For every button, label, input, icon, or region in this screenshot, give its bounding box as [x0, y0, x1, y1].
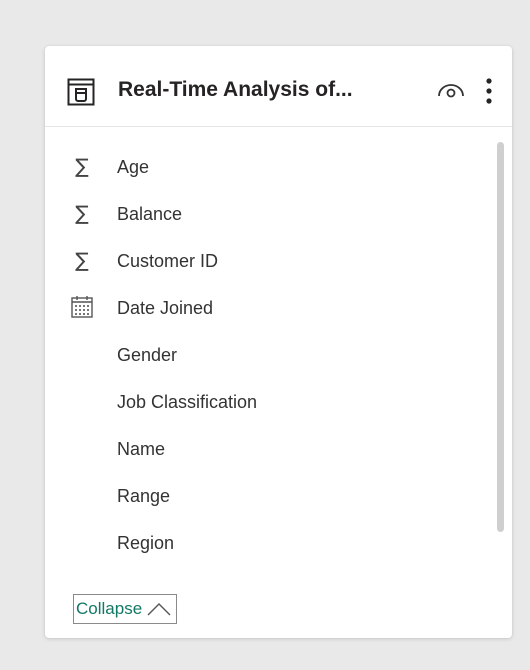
field-item-range[interactable]: Range	[45, 473, 485, 520]
field-item-job-classification[interactable]: Job Classification	[45, 379, 485, 426]
more-options-icon[interactable]	[481, 76, 497, 106]
sigma-icon: ∑	[75, 248, 89, 272]
field-item-gender[interactable]: Gender	[45, 332, 485, 379]
sigma-icon: ∑	[75, 201, 89, 225]
collapse-label: Collapse	[76, 599, 143, 618]
field-label: Gender	[117, 345, 178, 365]
collapse-button[interactable]: Collapse	[73, 594, 178, 624]
field-label: Date Joined	[117, 298, 214, 318]
field-label: Region	[117, 533, 175, 553]
field-list: ∑ Age ∑ Balance ∑ Customer ID Date Joine…	[45, 144, 485, 567]
field-label: Age	[117, 157, 150, 177]
field-item-name[interactable]: Name	[45, 426, 485, 473]
table-icon	[67, 78, 95, 106]
chevron-up-icon	[147, 603, 171, 616]
field-label: Job Classification	[117, 392, 258, 412]
card-title: Real-Time Analysis of...	[118, 78, 353, 101]
calendar-icon	[71, 296, 93, 318]
field-label: Range	[117, 486, 171, 506]
field-item-balance[interactable]: ∑ Balance	[45, 191, 485, 238]
eye-icon[interactable]	[437, 82, 465, 100]
scrollbar[interactable]	[497, 142, 504, 532]
field-item-age[interactable]: ∑ Age	[45, 144, 485, 191]
field-label: Name	[117, 439, 166, 459]
sigma-icon: ∑	[75, 154, 89, 178]
field-item-region[interactable]: Region	[45, 520, 485, 567]
field-item-customer-id[interactable]: ∑ Customer ID	[45, 238, 485, 285]
card-header: Real-Time Analysis of...	[45, 46, 512, 127]
field-label: Customer ID	[117, 251, 219, 271]
field-label: Balance	[117, 204, 183, 224]
table-card: Real-Time Analysis of... ∑ Age ∑ Balance…	[45, 46, 512, 638]
field-item-date-joined[interactable]: Date Joined	[45, 285, 485, 332]
